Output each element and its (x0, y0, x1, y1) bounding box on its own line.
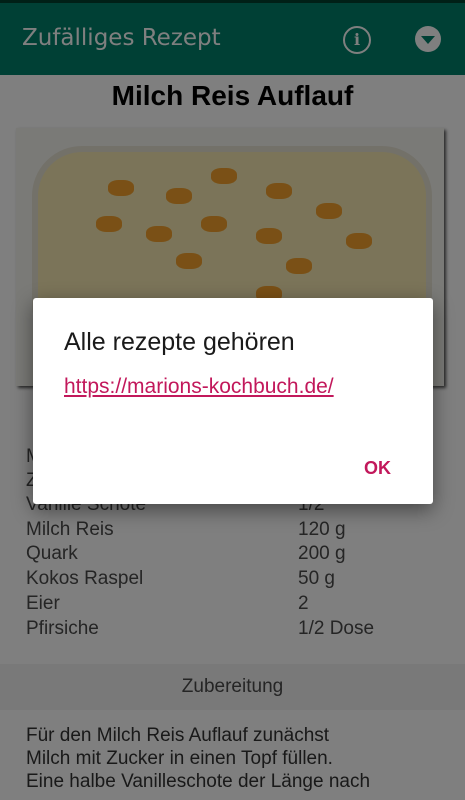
ok-button[interactable]: OK (364, 458, 391, 479)
credits-dialog: Alle rezepte gehören https://marions-koc… (33, 298, 433, 504)
source-link[interactable]: https://marions-kochbuch.de/ (64, 375, 334, 399)
dialog-title: Alle rezepte gehören (64, 328, 295, 356)
